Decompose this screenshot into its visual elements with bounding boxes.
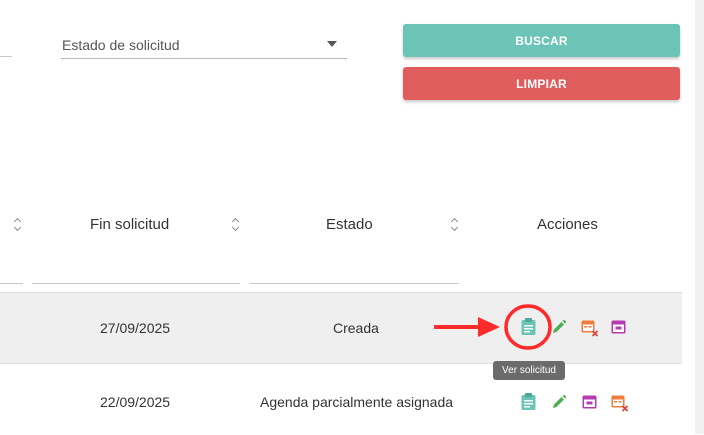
vertical-scrollbar[interactable] (695, 0, 704, 434)
column-filter-input[interactable] (0, 283, 23, 284)
calendar-icon[interactable] (611, 319, 626, 334)
estado-cell: Agenda parcialmente asignada (260, 394, 454, 410)
header-fin-solicitud[interactable]: Fin solicitud (90, 216, 169, 233)
estado-cell: Creada (333, 320, 379, 336)
pencil-icon[interactable] (552, 320, 566, 334)
pencil-icon[interactable] (552, 395, 566, 409)
estado-solicitud-label: Estado de solicitud (62, 37, 180, 53)
estado-solicitud-select[interactable]: Estado de solicitud (61, 30, 347, 59)
clipboard-icon[interactable] (521, 393, 536, 410)
left-filter-underline (0, 56, 12, 57)
calendar-cancel-icon[interactable] (611, 394, 629, 412)
buscar-button[interactable]: BUSCAR (403, 24, 680, 57)
ver-solicitud-tooltip: Ver solicitud (493, 361, 565, 380)
fin-solicitud-cell: 22/09/2025 (100, 394, 171, 410)
calendar-cancel-icon[interactable] (581, 319, 599, 337)
table-row: 27/09/2025 Creada (0, 292, 682, 363)
annotation-arrow (434, 317, 500, 337)
fin-solicitud-cell: 27/09/2025 (100, 320, 171, 336)
sort-icon[interactable] (451, 219, 459, 231)
header-estado[interactable]: Estado (326, 216, 373, 233)
estado-filter-input[interactable] (250, 283, 459, 284)
fin-solicitud-filter-input[interactable] (32, 283, 240, 284)
calendar-icon[interactable] (582, 394, 597, 409)
chevron-down-icon (327, 41, 337, 47)
limpiar-button[interactable]: LIMPIAR (403, 67, 680, 100)
clipboard-icon[interactable] (521, 318, 536, 335)
table-row: 22/09/2025 Agenda parcialmente asignada (0, 363, 682, 435)
sort-icon[interactable] (232, 219, 240, 231)
sort-icon[interactable] (14, 219, 22, 231)
header-acciones: Acciones (537, 216, 598, 233)
